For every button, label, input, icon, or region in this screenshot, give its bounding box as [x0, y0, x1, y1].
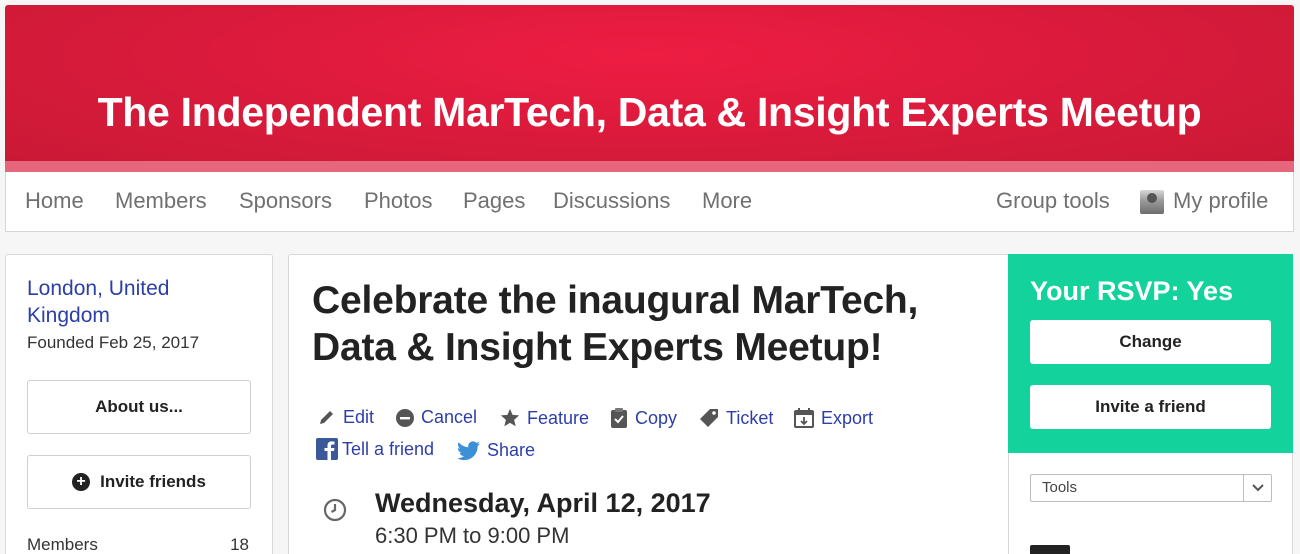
- ticket-icon: [700, 409, 718, 427]
- invite-a-friend-button[interactable]: Invite a friend: [1030, 385, 1271, 429]
- founded-date: Founded Feb 25, 2017: [27, 333, 200, 352]
- copy-action[interactable]: Copy: [609, 407, 677, 429]
- tools-dropdown[interactable]: Tools: [1030, 474, 1272, 502]
- profile-avatar[interactable]: [1140, 190, 1164, 214]
- about-us-label: About us...: [95, 397, 183, 416]
- invite-friends-button[interactable]: + Invite friends: [27, 455, 251, 509]
- nav-discussions[interactable]: Discussions: [553, 188, 670, 214]
- invite-a-friend-label: Invite a friend: [1095, 397, 1206, 416]
- group-info-sidebar: London, United Kingdom Founded Feb 25, 2…: [5, 254, 273, 554]
- share-label: Share: [487, 440, 536, 460]
- tell-a-friend-action[interactable]: Tell a friend: [316, 438, 434, 460]
- nav-group-tools[interactable]: Group tools: [996, 188, 1110, 214]
- share-action[interactable]: Share: [457, 440, 535, 461]
- ticket-action[interactable]: Ticket: [698, 407, 773, 429]
- banner-strip: [5, 161, 1294, 172]
- star-icon: [500, 408, 520, 427]
- feature-label: Feature: [527, 407, 590, 428]
- members-count: 18: [230, 535, 249, 554]
- nav-home[interactable]: Home: [25, 188, 84, 214]
- copy-label: Copy: [635, 407, 678, 428]
- tools-selected-value: Tools: [1042, 479, 1078, 496]
- cancel-action[interactable]: Cancel: [395, 407, 477, 428]
- group-nav: Home Members Sponsors Photos Pages Discu…: [5, 172, 1294, 232]
- export-action[interactable]: Export: [793, 407, 873, 429]
- clock-icon: [323, 498, 347, 522]
- minus-circle-icon: [396, 408, 414, 427]
- event-title: Celebrate the inaugural MarTech, Data & …: [312, 279, 919, 369]
- cancel-label: Cancel: [421, 407, 478, 427]
- members-label[interactable]: Members: [27, 535, 98, 554]
- group-banner: The Independent MarTech, Data & Insight …: [5, 5, 1294, 172]
- panel-heading-partial: [1030, 545, 1070, 554]
- event-date[interactable]: Wednesday, April 12, 2017: [375, 488, 711, 519]
- tell-a-friend-label: Tell a friend: [342, 438, 435, 459]
- rsvp-status: Your RSVP: Yes: [1030, 276, 1234, 306]
- nav-photos[interactable]: Photos: [364, 188, 433, 214]
- nav-members[interactable]: Members: [115, 188, 207, 214]
- twitter-icon: [457, 440, 480, 460]
- edit-action[interactable]: Edit: [317, 407, 374, 428]
- event-card: Celebrate the inaugural MarTech, Data & …: [288, 254, 1010, 554]
- calendar-export-icon: [794, 408, 814, 428]
- change-rsvp-label: Change: [1119, 332, 1182, 351]
- rsvp-panel: Your RSVP: Yes Change Invite a friend: [1008, 254, 1293, 453]
- invite-friends-label: Invite friends: [100, 472, 206, 491]
- group-title[interactable]: The Independent MarTech, Data & Insight …: [5, 89, 1294, 136]
- ticket-label: Ticket: [726, 407, 774, 428]
- feature-action[interactable]: Feature: [499, 407, 589, 429]
- nav-pages[interactable]: Pages: [463, 188, 525, 214]
- group-location-link[interactable]: London, United Kingdom: [27, 275, 227, 329]
- export-label: Export: [821, 407, 874, 428]
- edit-label: Edit: [343, 407, 375, 427]
- plus-circle-icon: +: [72, 473, 91, 491]
- pencil-icon: [320, 410, 333, 424]
- about-us-button[interactable]: About us...: [27, 380, 251, 434]
- nav-my-profile[interactable]: My profile: [1173, 188, 1268, 214]
- nav-more[interactable]: More: [702, 188, 752, 214]
- event-time: 6:30 PM to 9:00 PM: [375, 523, 570, 548]
- nav-sponsors[interactable]: Sponsors: [239, 188, 332, 214]
- clipboard-icon: [611, 408, 627, 428]
- tools-panel: Tools: [1008, 453, 1293, 554]
- facebook-icon: [316, 438, 338, 460]
- chevron-down-icon[interactable]: [1243, 475, 1271, 501]
- change-rsvp-button[interactable]: Change: [1030, 320, 1271, 364]
